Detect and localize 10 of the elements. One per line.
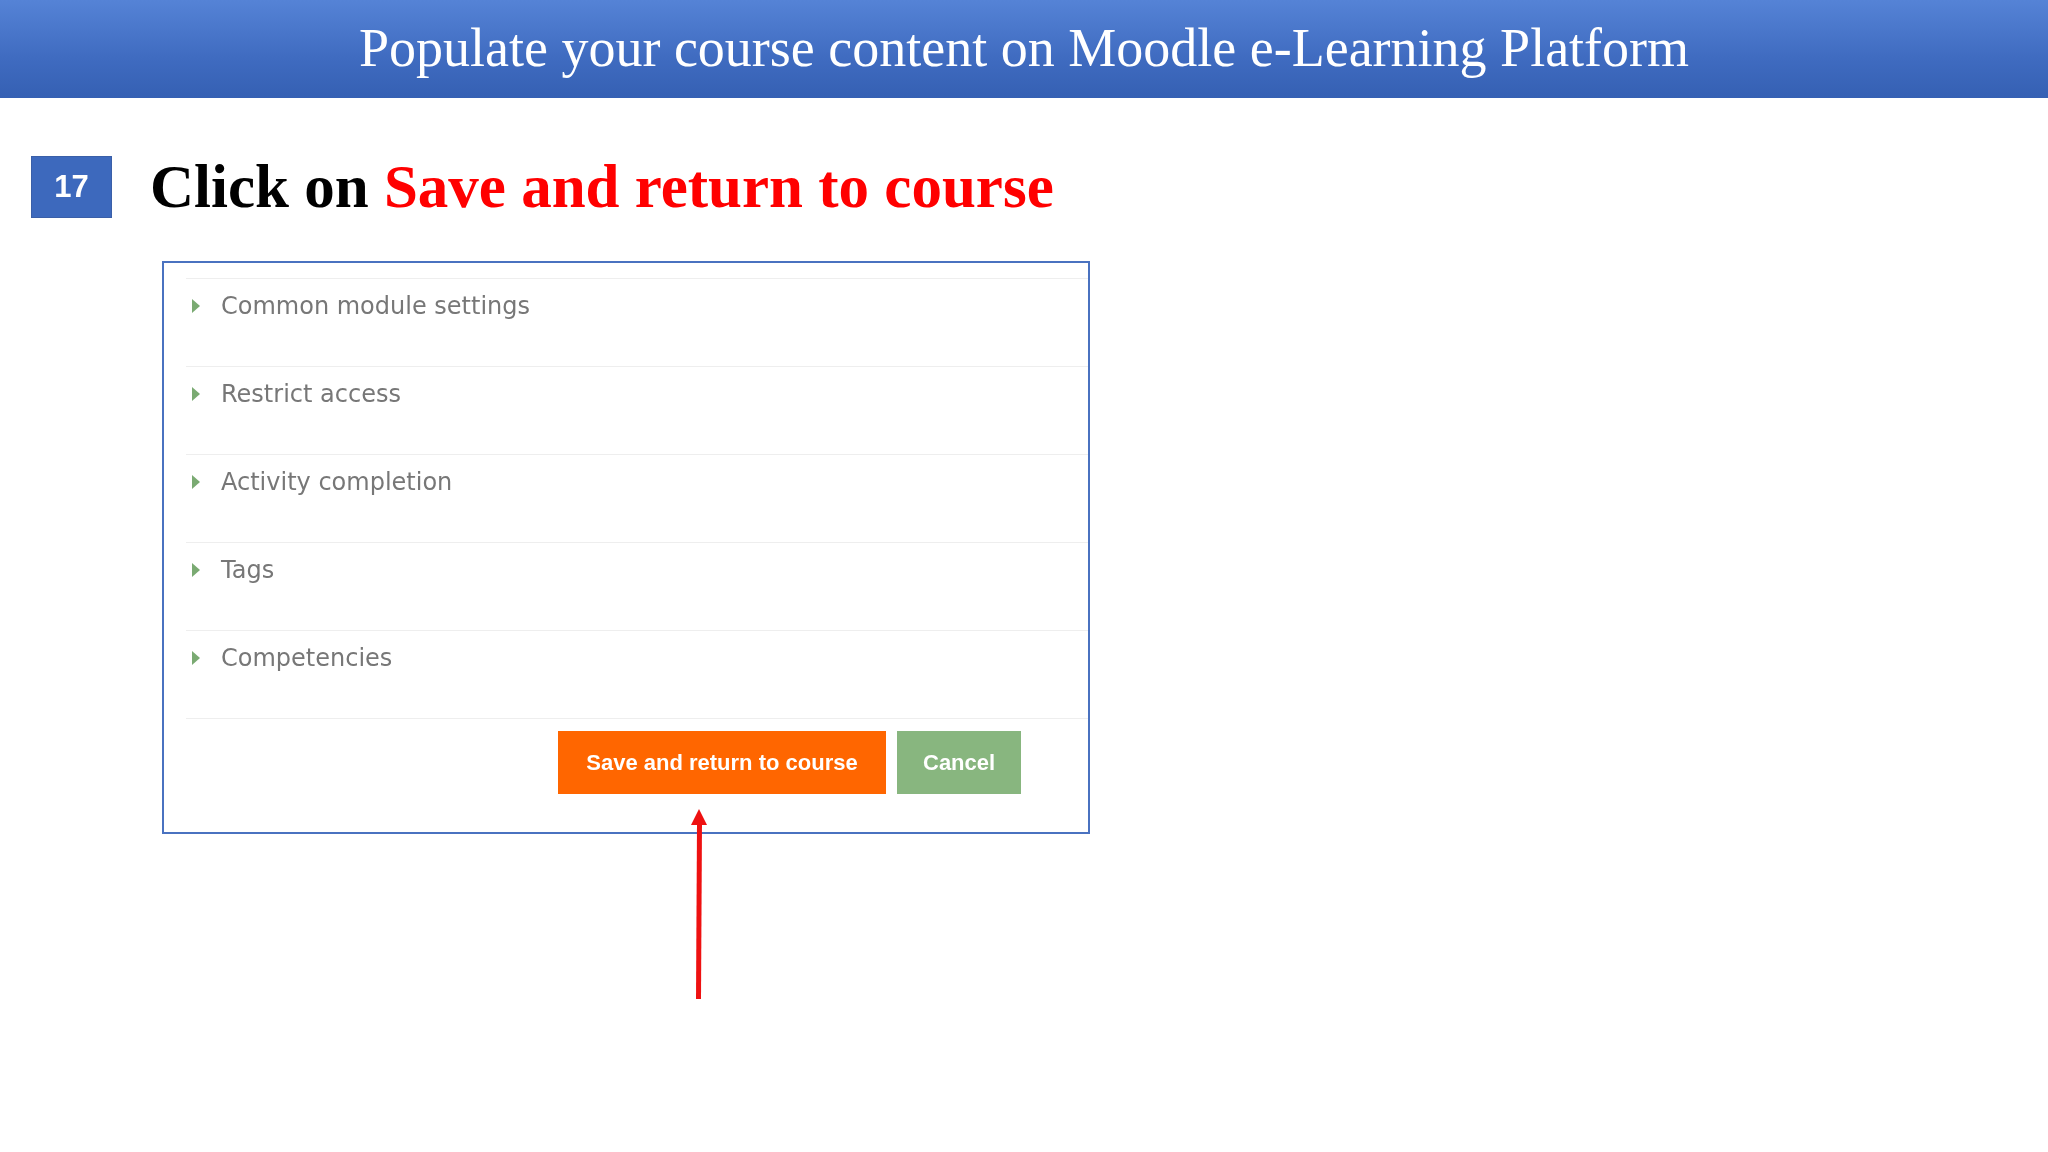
- slide-title: Populate your course content on Moodle e-Learning Platform: [358, 19, 1690, 79]
- section-header[interactable]: Restrict access: [192, 379, 401, 410]
- section-header[interactable]: Tags: [192, 555, 275, 586]
- save-button[interactable]: Save and return to course: [558, 731, 886, 795]
- cancel-button[interactable]: Cancel: [897, 731, 1021, 795]
- section-header[interactable]: Activity completion: [192, 467, 453, 498]
- section-header[interactable]: Common module settings: [192, 291, 530, 322]
- step-instruction: Click on Save and return to course: [150, 153, 1054, 221]
- step-number: 17: [31, 155, 112, 218]
- section-header[interactable]: Competencies: [192, 643, 393, 674]
